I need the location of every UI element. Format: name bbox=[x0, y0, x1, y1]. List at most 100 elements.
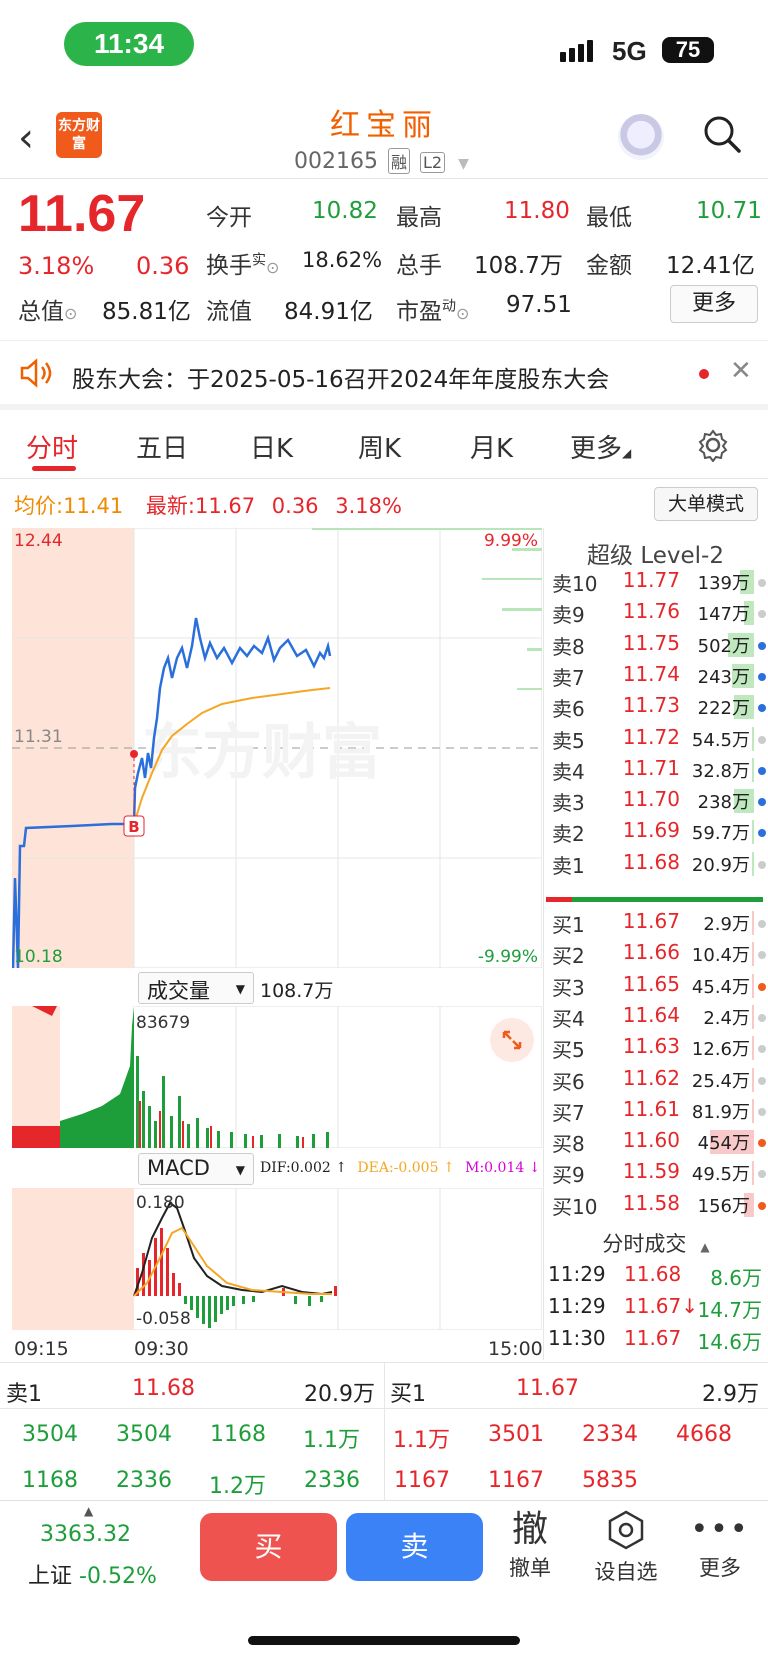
settings-gear-icon[interactable] bbox=[696, 428, 730, 462]
level-dot bbox=[758, 641, 766, 650]
bid-volume-bar bbox=[752, 1161, 754, 1186]
level-price: 11.60 bbox=[622, 1128, 680, 1153]
cancel-order-button[interactable]: 撤 撤单 bbox=[490, 1508, 570, 1582]
macd-values: DIF:0.002 ↑ DEA:-0.005 ↑ M:0.014 ↓ bbox=[260, 1160, 541, 1176]
unread-dot bbox=[699, 369, 709, 379]
ask-row[interactable]: 卖6 11.73 222万 bbox=[546, 691, 768, 722]
ask-row[interactable]: 卖9 11.76 147万 bbox=[546, 597, 768, 628]
level-dot bbox=[758, 951, 766, 960]
queue-sell-price: 11.68 bbox=[132, 1376, 195, 1401]
bid-row[interactable]: 买2 11.66 10.4万 bbox=[546, 938, 768, 969]
level-label: 卖1 bbox=[552, 853, 585, 878]
y-bot-label: 10.18 bbox=[14, 947, 63, 967]
ask-row[interactable]: 卖5 11.72 54.5万 bbox=[546, 723, 768, 754]
trade-volume: 14.7万 bbox=[697, 1298, 762, 1322]
buy-button[interactable]: 买 bbox=[200, 1513, 337, 1581]
bid-row[interactable]: 买3 11.65 45.4万 bbox=[546, 970, 768, 1001]
level-dot bbox=[758, 610, 766, 619]
tab-weekly-k[interactable]: 周K bbox=[358, 428, 401, 465]
level-label: 卖5 bbox=[552, 728, 585, 753]
level-dot bbox=[758, 829, 766, 838]
bid-row[interactable]: 买8 11.60 454万 bbox=[546, 1126, 768, 1157]
active-tab-indicator bbox=[32, 466, 76, 471]
bid-row[interactable]: 买5 11.63 12.6万 bbox=[546, 1032, 768, 1063]
level-dot bbox=[758, 1170, 766, 1179]
bid-row[interactable]: 买6 11.62 25.4万 bbox=[546, 1064, 768, 1095]
mktcap-label: 总值⊙ bbox=[18, 299, 78, 325]
macd-selector[interactable]: MACD ▼ bbox=[138, 1153, 254, 1185]
level-price: 11.71 bbox=[622, 755, 680, 780]
time-start: 09:15 bbox=[14, 1338, 69, 1360]
bid-volume-bar bbox=[752, 911, 754, 935]
level-volume: 222万 bbox=[697, 698, 750, 720]
level-label: 卖10 bbox=[552, 572, 598, 596]
ask-row[interactable]: 卖2 11.69 59.7万 bbox=[546, 816, 768, 847]
level-label: 买5 bbox=[552, 1038, 585, 1063]
bid-row[interactable]: 买9 11.59 49.5万 bbox=[546, 1157, 768, 1188]
queue-sell-label: 卖1 bbox=[6, 1382, 42, 1407]
tab-monthly-k[interactable]: 月K bbox=[470, 428, 513, 465]
queue-order-size: 2336 bbox=[116, 1468, 172, 1493]
more-menu-button[interactable]: ••• 更多 bbox=[680, 1508, 760, 1582]
level-dot bbox=[758, 1076, 766, 1085]
announcement-text[interactable]: 股东大会：于2025-05-16召开2024年年度股东大会 bbox=[72, 360, 609, 394]
trade-time: 11:29 bbox=[548, 1262, 606, 1286]
stock-code-line[interactable]: 002165 融 L2 ▼ bbox=[294, 148, 469, 174]
ask-row[interactable]: 卖4 11.71 32.8万 bbox=[546, 754, 768, 785]
time-end: 15:00 bbox=[488, 1338, 543, 1360]
tab-intraday[interactable]: 分时 bbox=[26, 428, 78, 465]
home-indicator bbox=[248, 1636, 520, 1645]
level-volume: 502万 bbox=[697, 635, 750, 657]
volume-selector[interactable]: 成交量 ▼ bbox=[138, 972, 254, 1004]
bid-volume-bar bbox=[752, 1067, 754, 1092]
assistant-avatar-icon[interactable] bbox=[618, 114, 664, 160]
bid-row[interactable]: 买1 11.67 2.9万 bbox=[546, 907, 768, 938]
amount-value: 12.41亿 bbox=[666, 253, 755, 279]
orderbook-title: 超级 Level-2 bbox=[587, 543, 724, 569]
index-line[interactable]: 上证 -0.52% bbox=[28, 1558, 157, 1590]
level-dot bbox=[758, 735, 766, 744]
level-volume: 243万 bbox=[697, 666, 750, 688]
ask-row[interactable]: 卖3 11.70 238万 bbox=[546, 785, 768, 816]
queue-order-size: 3504 bbox=[22, 1422, 78, 1447]
pct-top-label: 9.99% bbox=[484, 531, 538, 551]
level-label: 卖3 bbox=[552, 791, 585, 816]
bid-volume-bar bbox=[752, 973, 754, 998]
trade-price: 11.67↓ bbox=[624, 1294, 699, 1318]
level-dot bbox=[758, 1045, 766, 1054]
level-volume: 454万 bbox=[697, 1133, 750, 1155]
intraday-price-chart[interactable]: 东方财富 B 12.44 11.31 10.18 9.99% -9.99% bbox=[12, 528, 542, 968]
fenshi-trades-title[interactable]: 分时成交 ▲ bbox=[546, 1228, 766, 1258]
quote-more-button[interactable]: 更多 bbox=[670, 285, 758, 323]
ask-row[interactable]: 卖10 11.77 139万 bbox=[546, 566, 768, 597]
buy-marker: B bbox=[128, 818, 139, 836]
level-price: 11.58 bbox=[622, 1190, 680, 1215]
level-price: 11.62 bbox=[622, 1065, 680, 1090]
mktcap-value: 85.81亿 bbox=[102, 299, 191, 325]
volume-peak-label: 83679 bbox=[136, 1013, 190, 1033]
close-icon[interactable]: ✕ bbox=[730, 356, 752, 386]
bid-row[interactable]: 买4 11.64 2.4万 bbox=[546, 1001, 768, 1032]
big-order-mode-button[interactable]: 大单模式 bbox=[654, 487, 758, 521]
stock-code: 002165 bbox=[294, 149, 378, 174]
float-label: 流值 bbox=[206, 299, 252, 325]
add-watchlist-button[interactable]: 设自选 bbox=[586, 1508, 666, 1586]
level-volume: 45.4万 bbox=[691, 976, 750, 998]
tab-more[interactable]: 更多◢ bbox=[570, 428, 631, 465]
y-mid-label: 11.31 bbox=[14, 727, 63, 747]
sell-button[interactable]: 卖 bbox=[346, 1513, 483, 1581]
bid-row[interactable]: 买7 11.61 81.9万 bbox=[546, 1095, 768, 1126]
ask-row[interactable]: 卖7 11.74 243万 bbox=[546, 660, 768, 691]
tab-5day[interactable]: 五日 bbox=[136, 428, 188, 465]
bid-row[interactable]: 买10 11.58 156万 bbox=[546, 1189, 768, 1220]
index-value[interactable]: 3363.32 bbox=[40, 1522, 131, 1547]
ask-row[interactable]: 卖1 11.68 20.9万 bbox=[546, 848, 768, 879]
level-label: 买9 bbox=[552, 1163, 585, 1188]
low-label: 最低 bbox=[586, 205, 632, 231]
tab-daily-k[interactable]: 日K bbox=[250, 428, 293, 465]
ask-row[interactable]: 卖8 11.75 502万 bbox=[546, 629, 768, 660]
level-volume: 139万 bbox=[697, 573, 750, 594]
bid-ask-ratio-bar bbox=[546, 897, 763, 902]
queue-order-size: 1.2万 bbox=[209, 1474, 266, 1499]
search-icon[interactable] bbox=[702, 114, 742, 154]
